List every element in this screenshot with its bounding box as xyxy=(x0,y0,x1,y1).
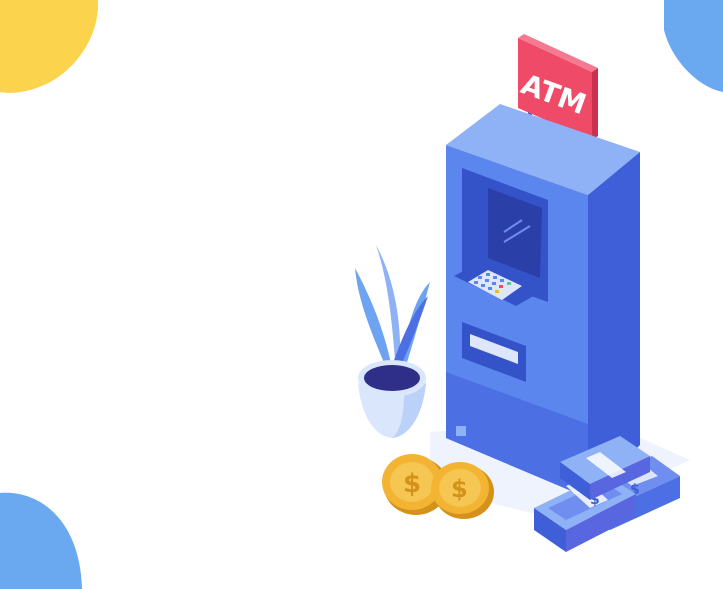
atm-illustration: ATM $ $ $ $ xyxy=(0,0,723,589)
service-panel xyxy=(456,426,466,436)
dollar-icon: $ xyxy=(451,475,468,503)
illustration-canvas: ATM $ $ $ $ xyxy=(0,0,723,589)
yellow-blob-top-left xyxy=(0,0,99,93)
blue-blob-bottom-left xyxy=(0,492,82,589)
blue-blob-top-right xyxy=(664,0,723,92)
dollar-icon: $ xyxy=(403,469,421,499)
potted-plant xyxy=(355,245,430,438)
plant-soil xyxy=(364,365,420,391)
